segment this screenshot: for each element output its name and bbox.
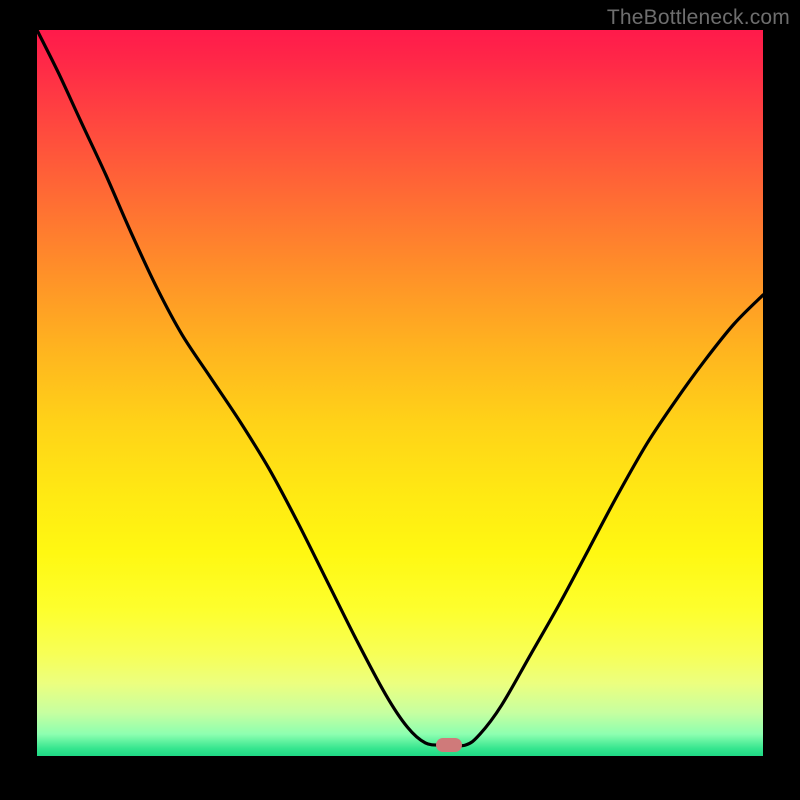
optimal-point-marker bbox=[436, 738, 462, 752]
plot-area bbox=[37, 30, 763, 756]
bottleneck-curve-path bbox=[37, 30, 763, 746]
chart-frame: TheBottleneck.com bbox=[0, 0, 800, 800]
watermark-text: TheBottleneck.com bbox=[607, 6, 790, 30]
curve-svg bbox=[37, 30, 763, 756]
